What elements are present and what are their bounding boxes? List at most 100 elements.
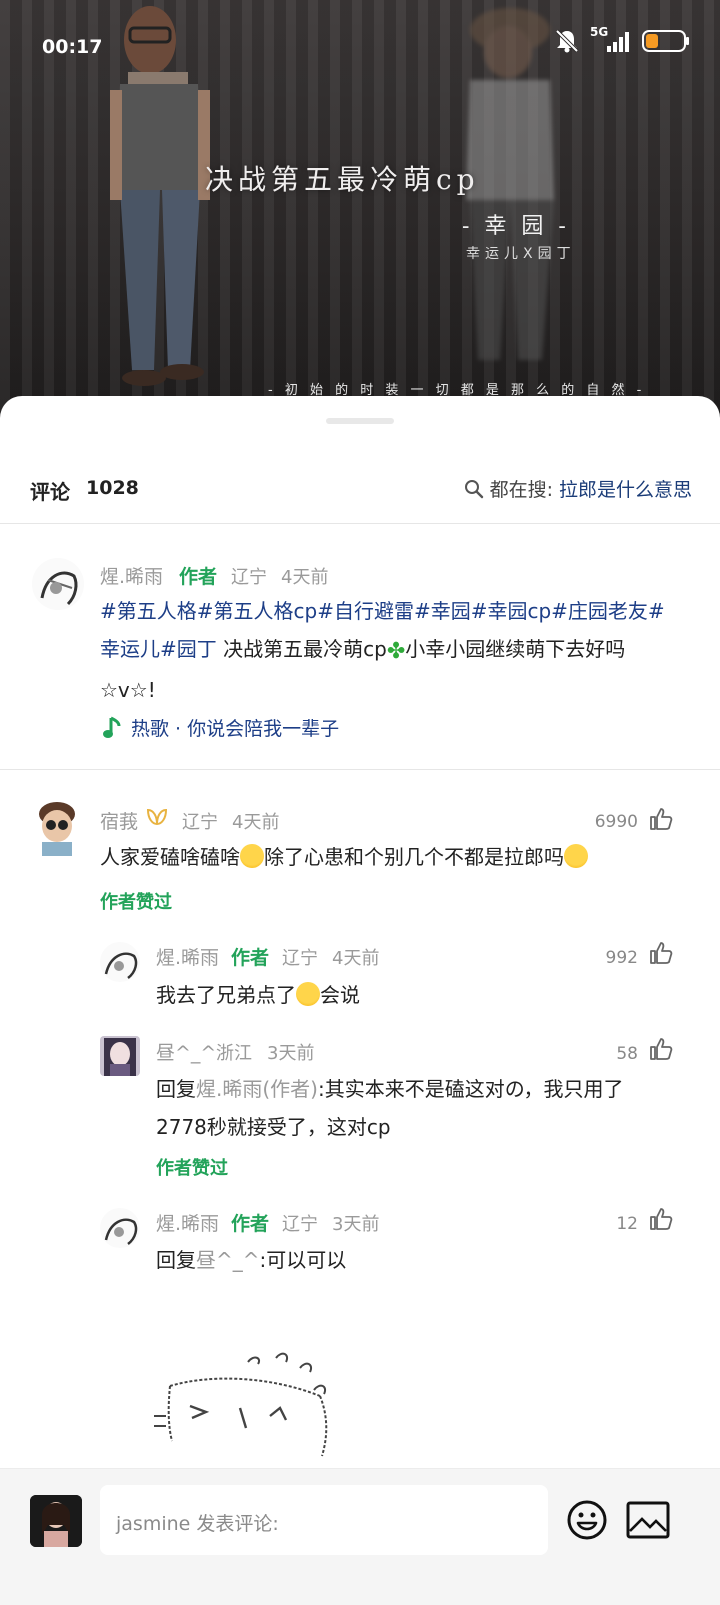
reply-text-segment: :可以可以: [259, 1248, 347, 1272]
divider: [0, 769, 720, 770]
video-player[interactable]: 00:17 5G 决战第五最冷萌cp - 幸 园 - 幸运儿X园丁 - 初 始 …: [0, 0, 720, 420]
laughing-crying-emoji-icon: [240, 844, 264, 868]
reply-to-user[interactable]: 煋.晞雨(作者): [196, 1077, 318, 1101]
reply-username[interactable]: 昼^_^: [156, 1038, 216, 1065]
comment-input-bar: jasmine 发表评论:: [0, 1468, 720, 1605]
reply-text-segment: :其实本来不是磕这对の，我只用了: [317, 1077, 624, 1101]
reply-prefix: 回复: [156, 1077, 196, 1101]
network-indicator: 5G: [590, 25, 632, 54]
image-icon[interactable]: [626, 1501, 670, 1539]
reply-time: 3天前: [332, 1214, 380, 1235]
post-text-segment: ☆v☆!: [100, 678, 156, 702]
post-username[interactable]: 煋.晞雨: [100, 562, 163, 589]
search-icon: [464, 479, 483, 498]
search-prefix: 都在搜:: [489, 479, 553, 501]
comment-username[interactable]: 宿莪: [100, 807, 138, 834]
comment-text: 人家爱磕啥磕啥 除了心患和个别几个不都是拉郎吗: [100, 838, 588, 876]
reply-location: 浙江: [216, 1043, 252, 1064]
comments-count: 1028: [86, 477, 139, 499]
hashtag-link[interactable]: #第五人格#第五人格cp#自行避雷#幸园#幸园cp#庄园老友#: [100, 599, 665, 623]
post-line-3: ☆v☆!: [100, 671, 700, 709]
comment-text-segment: 除了心患和个别几个不都是拉郎吗: [264, 845, 564, 869]
laughing-crying-emoji-icon: [296, 982, 320, 1006]
reply-text: 回复昼^_^:可以可以: [156, 1241, 346, 1279]
reply-text-segment: 我去了兄弟点了: [156, 983, 296, 1007]
like-count: 992: [605, 948, 638, 968]
comment-input-placeholder: jasmine 发表评论:: [116, 1513, 279, 1535]
avatar-sketch-image: [100, 1208, 140, 1248]
battery-icon: [642, 30, 689, 52]
reply-prefix: 回复: [156, 1248, 196, 1272]
reply-username[interactable]: 煋.晞雨: [156, 1209, 219, 1236]
author-tag: 作者: [179, 566, 218, 588]
my-avatar[interactable]: [30, 1495, 82, 1547]
music-link[interactable]: 热歌 · 你说会陪我一辈子: [103, 714, 339, 741]
avatar[interactable]: [100, 942, 140, 982]
search-term-link[interactable]: 拉郎是什么意思: [559, 475, 692, 502]
thumbs-up-icon[interactable]: [648, 1036, 674, 1062]
sheet-drag-handle[interactable]: [326, 418, 394, 424]
thumbs-up-icon[interactable]: [648, 1206, 674, 1232]
video-subtitle-small: 幸运儿X园丁: [466, 246, 576, 262]
signal-icon: [607, 32, 629, 52]
status-icons: 5G: [554, 25, 690, 54]
my-avatar-image: [30, 1495, 82, 1547]
smiley-icon[interactable]: [566, 1499, 608, 1541]
comment-time: 4天前: [232, 812, 280, 833]
post-line-1: #第五人格#第五人格cp#自行避雷#幸园#幸园cp#庄园老友#: [100, 592, 700, 630]
badge-icon: [146, 808, 168, 826]
post-line-2: 幸运儿#园丁 决战第五最冷萌cp✤小幸小园继续萌下去好吗: [100, 630, 700, 671]
laughing-crying-emoji-icon: [564, 844, 588, 868]
avatar[interactable]: [100, 1036, 140, 1076]
trending-search[interactable]: 都在搜: 拉郎是什么意思: [464, 475, 692, 502]
liked-by-author-label: 作者赞过: [156, 1158, 228, 1179]
post-time: 4天前: [281, 567, 329, 588]
comment-location: 辽宁: [182, 812, 218, 833]
status-bar: 00:17 5G: [0, 0, 720, 90]
author-tag: 作者: [231, 1213, 270, 1235]
thumbs-up-icon[interactable]: [648, 806, 674, 832]
video-subtitle: - 幸 园 -: [462, 214, 570, 239]
post-text-segment: 小幸小园继续萌下去好吗: [405, 637, 626, 661]
thumbs-up-icon[interactable]: [648, 940, 674, 966]
comment-input[interactable]: jasmine 发表评论:: [100, 1485, 548, 1555]
like-count: 6990: [594, 812, 638, 832]
four-leaf-clover-icon: ✤: [386, 639, 406, 664]
post-text-segment: 决战第五最冷萌cp: [216, 637, 387, 661]
like-count: 12: [616, 1214, 638, 1234]
avatar-anime-image: [100, 1036, 140, 1076]
avatar-character-image: [32, 800, 82, 856]
avatar[interactable]: [32, 558, 84, 610]
liked-by-author-label: 作者赞过: [100, 892, 172, 913]
reply-username[interactable]: 煋.晞雨: [156, 943, 219, 970]
music-title: 热歌 · 你说会陪我一辈子: [131, 718, 340, 740]
comments-header: 评论 1028 都在搜: 拉郎是什么意思: [0, 466, 720, 508]
hashtag-link[interactable]: 幸运儿#园丁: [100, 637, 217, 661]
status-time: 00:17: [42, 36, 103, 58]
post-text: #第五人格#第五人格cp#自行避雷#幸园#幸园cp#庄园老友# 幸运儿#园丁 决…: [100, 592, 700, 709]
reply-line: 2778秒就接受了，这对cp: [156, 1108, 696, 1146]
like-count: 58: [616, 1044, 638, 1064]
reply-location: 辽宁: [282, 948, 318, 969]
reply-text: 我去了兄弟点了 会说: [156, 976, 360, 1014]
music-note-icon: [103, 716, 121, 738]
bell-muted-icon: [555, 29, 579, 53]
comments-sheet: 评论 1028 都在搜: 拉郎是什么意思 煋.晞雨 作者 辽宁 4天前 #第五人…: [0, 396, 720, 1604]
reply-text: 回复煋.晞雨(作者):其实本来不是磕这对の，我只用了 2778秒就接受了，这对c…: [156, 1070, 696, 1146]
reply-time: 3天前: [267, 1043, 315, 1064]
video-title: 决战第五最冷萌cp: [205, 163, 480, 196]
reply-location: 辽宁: [282, 1214, 318, 1235]
post-location: 辽宁: [231, 567, 267, 588]
reply-text-segment: 2778秒就接受了，这对cp: [156, 1115, 391, 1139]
sticker-image: [154, 1352, 328, 1457]
reply-time: 4天前: [332, 948, 380, 969]
avatar-sketch-image: [100, 942, 140, 982]
reply-line: 回复煋.晞雨(作者):其实本来不是磕这对の，我只用了: [156, 1070, 696, 1108]
reply-to-user[interactable]: 昼^_^: [196, 1248, 260, 1272]
comments-title: 评论: [30, 480, 70, 504]
reply-text-segment: 会说: [320, 983, 360, 1007]
avatar[interactable]: [32, 800, 82, 856]
avatar-sketch-image: [32, 558, 84, 610]
avatar[interactable]: [100, 1208, 140, 1248]
divider: [0, 523, 720, 524]
